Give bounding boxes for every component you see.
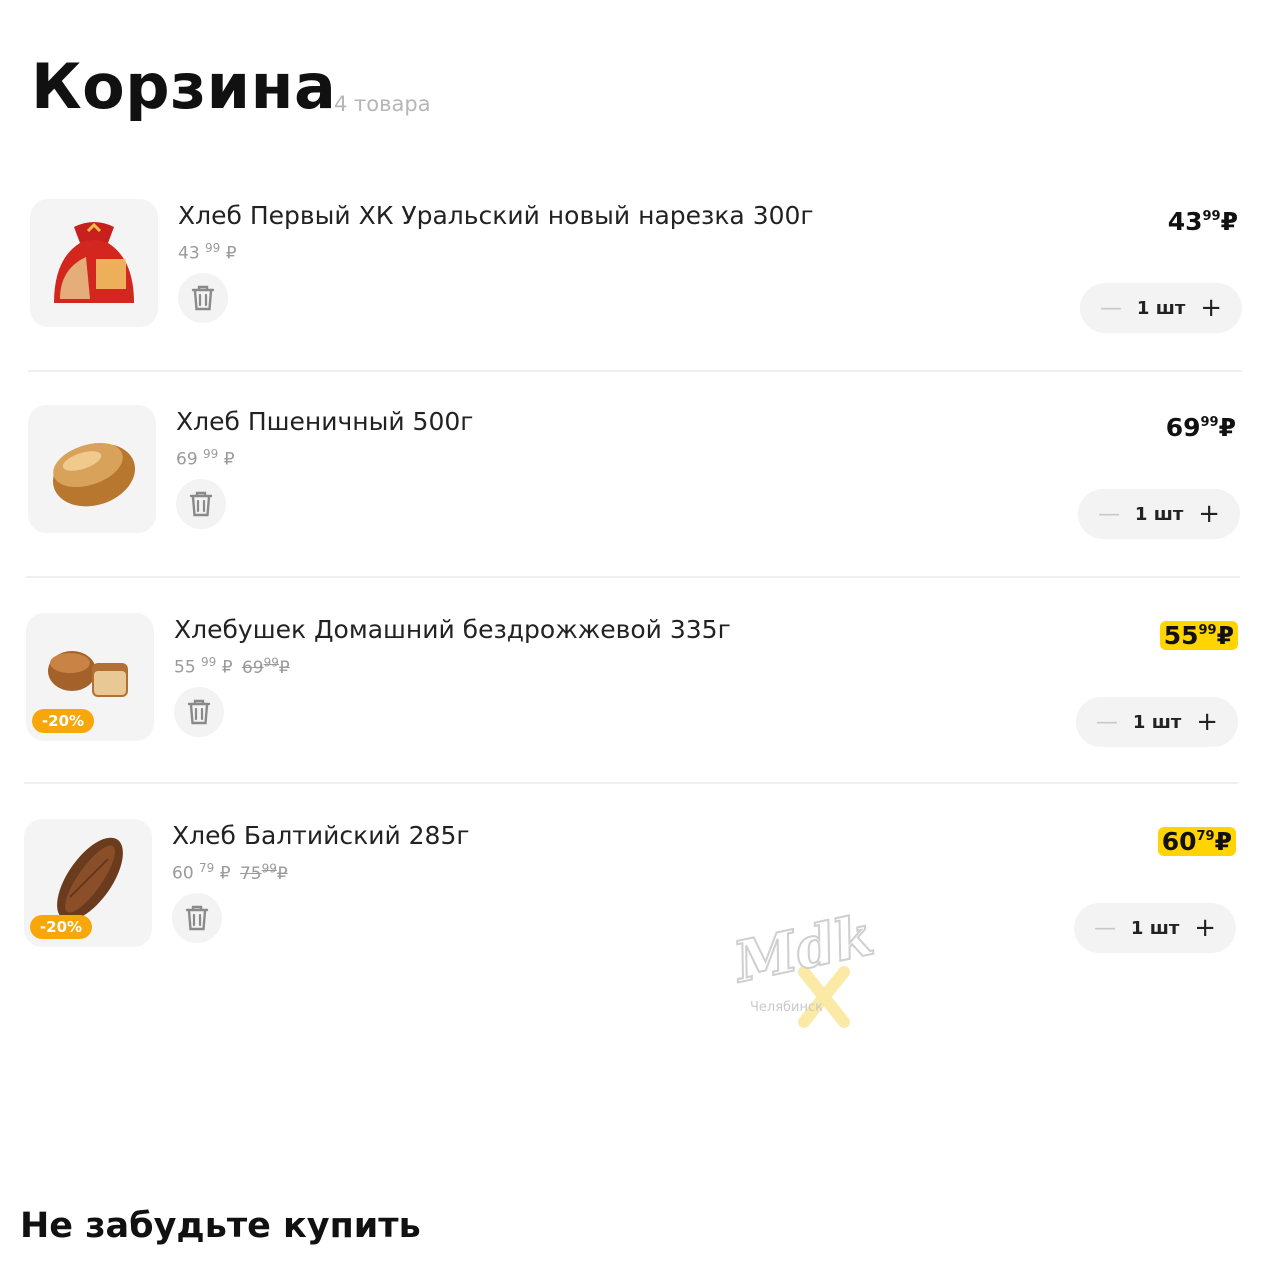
quantity-value: 1 шт bbox=[1130, 917, 1180, 939]
quantity-value: 1 шт bbox=[1134, 503, 1184, 525]
cart-item: -20% Хлеб Балтийский 285г 60 79 ₽ 7599₽ … bbox=[24, 819, 1236, 979]
currency-sign: ₽ bbox=[225, 243, 237, 264]
trash-icon bbox=[191, 285, 215, 311]
delete-button[interactable] bbox=[172, 893, 222, 943]
decrease-button[interactable]: — bbox=[1094, 916, 1116, 941]
product-image[interactable] bbox=[30, 199, 158, 327]
product-name[interactable]: Хлеб Балтийский 285г bbox=[172, 821, 470, 850]
page-title: Корзина bbox=[31, 50, 337, 123]
price-kop: 79 bbox=[1196, 829, 1215, 844]
delete-button[interactable] bbox=[174, 687, 224, 737]
product-image[interactable]: -20% bbox=[26, 613, 154, 741]
price-kop: 99 bbox=[1202, 209, 1221, 224]
quantity-value: 1 шт bbox=[1132, 711, 1182, 733]
currency-sign: ₽ bbox=[1214, 827, 1232, 856]
decrease-button[interactable]: — bbox=[1100, 296, 1122, 321]
cart-item: Хлеб Пшеничный 500г 69 99 ₽ 6999₽ — 1 шт… bbox=[28, 405, 1240, 565]
currency-sign: ₽ bbox=[1218, 413, 1236, 442]
cart-item: -20% Хлебушек Домашний бездрожжевой 335г… bbox=[26, 613, 1238, 773]
currency-sign: ₽ bbox=[221, 657, 233, 678]
unit-price-kop: 99 bbox=[205, 241, 221, 255]
quantity-stepper: — 1 шт + bbox=[1076, 697, 1238, 747]
currency-sign: ₽ bbox=[223, 449, 235, 470]
unit-price-rub: 43 bbox=[178, 243, 200, 264]
discount-badge: -20% bbox=[30, 915, 92, 939]
unit-price: 60 79 ₽ 7599₽ bbox=[172, 861, 288, 884]
unit-price-rub: 60 bbox=[172, 863, 194, 884]
increase-button[interactable]: + bbox=[1196, 707, 1218, 737]
unit-price: 55 99 ₽ 6999₽ bbox=[174, 655, 290, 678]
delete-button[interactable] bbox=[176, 479, 226, 529]
watermark-city: Челябинск bbox=[750, 1000, 824, 1015]
unit-price-kop: 99 bbox=[201, 655, 217, 669]
divider bbox=[28, 370, 1242, 372]
old-price: 7599₽ bbox=[239, 861, 288, 884]
quantity-stepper: — 1 шт + bbox=[1074, 903, 1236, 953]
unit-price-kop: 99 bbox=[203, 447, 219, 461]
discount-badge: -20% bbox=[32, 709, 94, 733]
increase-button[interactable]: + bbox=[1200, 293, 1222, 323]
cart-item: Хлеб Первый ХК Уральский новый нарезка 3… bbox=[30, 199, 1242, 359]
currency-sign: ₽ bbox=[219, 863, 231, 884]
price-rub: 43 bbox=[1167, 207, 1203, 236]
currency-sign: ₽ bbox=[1216, 621, 1234, 650]
increase-button[interactable]: + bbox=[1194, 913, 1216, 943]
unit-price-rub: 55 bbox=[174, 657, 196, 678]
quantity-stepper: — 1 шт + bbox=[1078, 489, 1240, 539]
unit-price: 69 99 ₽ bbox=[176, 447, 235, 470]
product-name[interactable]: Хлеб Пшеничный 500г bbox=[176, 407, 473, 436]
increase-button[interactable]: + bbox=[1198, 499, 1220, 529]
divider bbox=[24, 782, 1238, 784]
wheat-loaf-image bbox=[52, 442, 136, 507]
watermark: Mdk Челябинск bbox=[722, 901, 880, 1030]
decrease-button[interactable]: — bbox=[1098, 502, 1120, 527]
unit-price-rub: 69 bbox=[176, 449, 198, 470]
unit-price: 43 99 ₽ bbox=[178, 241, 237, 264]
quantity-stepper: — 1 шт + bbox=[1080, 283, 1242, 333]
decrease-button[interactable]: — bbox=[1096, 710, 1118, 735]
trash-icon bbox=[189, 491, 213, 517]
items-count: 4 товара bbox=[334, 92, 431, 116]
old-price: 6999₽ bbox=[241, 655, 290, 678]
price-rub: 69 bbox=[1165, 413, 1201, 442]
quantity-value: 1 шт bbox=[1136, 297, 1186, 319]
product-name[interactable]: Хлеб Первый ХК Уральский новый нарезка 3… bbox=[178, 201, 814, 230]
currency-sign: ₽ bbox=[1220, 207, 1238, 236]
product-name[interactable]: Хлебушек Домашний бездрожжевой 335г bbox=[174, 615, 731, 644]
recommendations-title: Не забудьте купить bbox=[20, 1206, 421, 1246]
price-rub: 55 bbox=[1163, 621, 1199, 650]
price-total: 6999₽ bbox=[1162, 413, 1240, 442]
product-image[interactable]: -20% bbox=[24, 819, 152, 947]
divider bbox=[26, 576, 1240, 578]
packaged-bread-image bbox=[54, 222, 134, 303]
price-kop: 99 bbox=[1200, 415, 1219, 430]
price-total: 6079₽ bbox=[1157, 827, 1236, 856]
trash-icon bbox=[185, 905, 209, 931]
trash-icon bbox=[187, 699, 211, 725]
price-total: 4399₽ bbox=[1164, 207, 1242, 236]
unit-price-kop: 79 bbox=[199, 861, 215, 875]
delete-button[interactable] bbox=[178, 273, 228, 323]
price-total: 5599₽ bbox=[1159, 621, 1238, 650]
price-kop: 99 bbox=[1198, 623, 1217, 638]
price-rub: 60 bbox=[1161, 827, 1197, 856]
product-image[interactable] bbox=[28, 405, 156, 533]
